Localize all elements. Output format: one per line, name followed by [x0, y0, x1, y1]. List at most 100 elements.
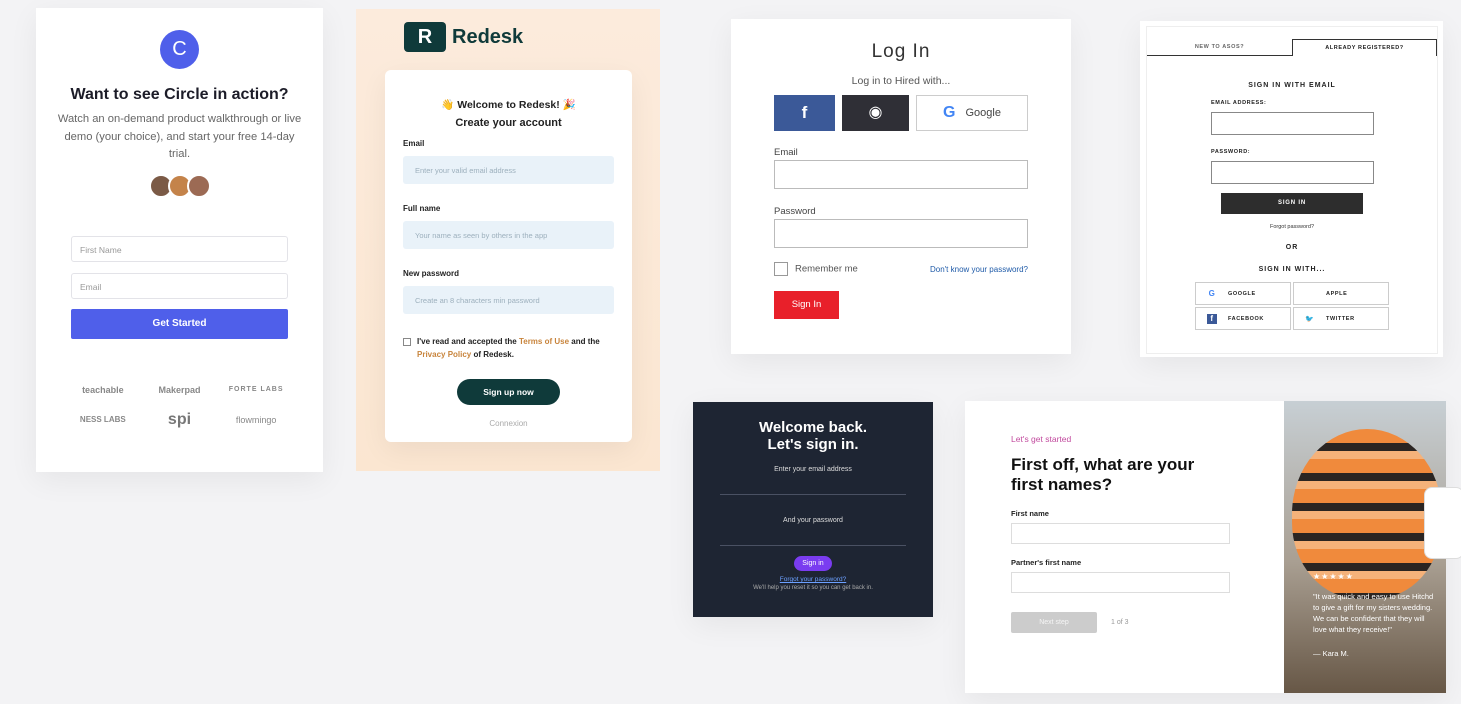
terms-text: I've read and accepted the Terms of Use … — [417, 337, 600, 359]
terms-link[interactable]: Terms of Use — [519, 337, 569, 346]
email-label: Enter your email address — [774, 466, 852, 473]
facebook-login-button[interactable]: f — [774, 95, 835, 131]
dark-title: Welcome back. Let's sign in. — [758, 419, 868, 453]
email-input[interactable] — [774, 160, 1028, 189]
balloon-photo: ★★★★★ "It was quick and easy to use Hitc… — [1284, 401, 1446, 693]
sign-in-with-heading: SIGN IN WITH... — [1258, 266, 1326, 273]
hired-login-card: Log In Log in to Hired with... f ◉ G Goog… — [731, 19, 1071, 354]
circle-signup-card: C Want to see Circle in action? Watch an… — [36, 8, 323, 472]
terms-checkbox[interactable] — [403, 338, 411, 346]
edge-panel — [1424, 487, 1461, 559]
connexion-link[interactable]: Connexion — [385, 419, 632, 428]
circle-description: Watch an on-demand product walkthrough o… — [57, 113, 302, 160]
step-indicator: 1 of 3 — [1111, 619, 1129, 626]
google-login-button[interactable]: G Google — [916, 95, 1028, 131]
fullname-label: Full name — [403, 204, 441, 213]
github-icon: ◉ — [868, 104, 883, 121]
asos-login-card: NEW TO ASOS? ALREADY REGISTERED? SIGN IN… — [1140, 21, 1443, 357]
password-input[interactable] — [774, 219, 1028, 248]
partner-logo: Makerpad — [158, 384, 201, 395]
first-name-label: First name — [1011, 509, 1049, 518]
hired-title: Log In — [871, 41, 931, 62]
sign-in-button[interactable]: SIGN IN — [1221, 193, 1363, 214]
partner-logo: FORTE LABS — [228, 386, 284, 393]
tab-already-registered[interactable]: ALREADY REGISTERED? — [1292, 39, 1437, 56]
github-login-button[interactable]: ◉ — [842, 95, 909, 131]
redesk-signup-card: 👋 Welcome to Redesk! 🎉 Create your accou… — [385, 70, 632, 442]
email-label: Email — [774, 147, 798, 158]
terms-checkbox-row[interactable]: I've read and accepted the Terms of Use … — [403, 335, 614, 361]
twitter-sign-in-button[interactable]: 🐦 TWITTER — [1293, 307, 1389, 330]
help-text: We'll help you reset it so you can get b… — [753, 585, 873, 591]
email-input[interactable] — [720, 494, 906, 495]
facebook-sign-in-button[interactable]: f FACEBOOK — [1195, 307, 1291, 330]
email-input[interactable] — [1211, 112, 1374, 135]
first-name-input[interactable] — [1011, 523, 1230, 544]
partner-logo: NESS LABS — [79, 415, 126, 424]
remember-label: Remember me — [795, 263, 858, 275]
email-input[interactable]: Enter your valid email address — [403, 156, 614, 184]
password-input[interactable] — [720, 545, 906, 546]
password-input[interactable]: Create an 8 characters min password — [403, 286, 614, 314]
partner-logos: teachable Makerpad FORTE LABS NESS LABS … — [65, 385, 295, 429]
facebook-icon: f — [801, 103, 808, 122]
privacy-link[interactable]: Privacy Policy — [417, 350, 471, 359]
asos-login-panel: NEW TO ASOS? ALREADY REGISTERED? SIGN IN… — [1146, 26, 1438, 354]
partner-logo: teachable — [82, 384, 124, 395]
avatar — [186, 173, 211, 198]
google-icon: G — [943, 104, 956, 121]
dark-login-card: Welcome back. Let's sign in. Enter your e… — [693, 402, 933, 617]
next-step-button[interactable]: Next step — [1011, 612, 1097, 633]
sign-up-button[interactable]: Sign up now — [457, 379, 560, 405]
google-label: Google — [965, 107, 1001, 119]
testimonial: ★★★★★ "It was quick and easy to use Hitc… — [1313, 571, 1438, 659]
redesk-welcome: 👋 Welcome to Redesk! 🎉 — [441, 99, 576, 111]
step-row: Next step 1 of 3 — [1011, 612, 1284, 633]
redesk-logo-icon: R — [404, 22, 446, 52]
social-buttons: G GOOGLE APPLE f FACEBOOK 🐦 TWITTER — [1195, 282, 1437, 330]
circle-logo: C — [160, 30, 199, 69]
redesk-brand: Redesk — [452, 25, 524, 48]
apple-label: APPLE — [1326, 290, 1348, 297]
first-name-input[interactable]: First Name — [71, 235, 288, 262]
tab-new-to-asos[interactable]: NEW TO ASOS? — [1147, 39, 1292, 56]
remember-checkbox[interactable] — [774, 262, 788, 276]
password-label: PASSWORD: — [1211, 149, 1251, 155]
forgot-password-link[interactable]: Don't know your password? — [930, 265, 1028, 274]
password-label: And your password — [783, 517, 843, 524]
fullname-input[interactable]: Your name as seen by others in the app — [403, 221, 614, 249]
google-sign-in-button[interactable]: G GOOGLE — [1195, 282, 1291, 305]
password-input[interactable] — [1211, 161, 1374, 184]
forgot-password-link[interactable]: Forgot your password? — [693, 576, 933, 583]
forgot-password-link[interactable]: Forgot password? — [1147, 224, 1437, 230]
partner-logo: flowmingo — [235, 414, 277, 425]
step-tag: Let's get started — [1011, 434, 1072, 444]
sign-in-email-heading: SIGN IN WITH EMAIL — [1248, 82, 1336, 89]
remember-me[interactable]: Remember me — [774, 262, 858, 276]
facebook-icon: f — [1207, 313, 1217, 324]
facebook-label: FACEBOOK — [1228, 315, 1264, 322]
hitchd-title: First off, what are your first names? — [1011, 455, 1195, 494]
get-started-button[interactable]: Get Started — [71, 308, 288, 339]
password-label: Password — [774, 206, 816, 217]
google-icon: G — [1208, 289, 1216, 298]
partner-logo: spi — [167, 410, 192, 428]
email-label: EMAIL ADDRESS: — [1211, 100, 1267, 106]
testimonial-author: — Kara M. — [1313, 649, 1349, 658]
hitchd-form: Let's get started First off, what are yo… — [965, 401, 1284, 693]
sign-in-button[interactable]: Sign In — [774, 291, 839, 319]
partner-name-input[interactable] — [1011, 572, 1230, 593]
email-label: Email — [403, 139, 425, 148]
remember-row: Remember me Don't know your password? — [774, 262, 1028, 276]
testimonial-quote: "It was quick and easy to use Hitchd to … — [1313, 592, 1434, 634]
redesk-logo: R Redesk — [404, 22, 523, 52]
sign-in-button[interactable]: Sign in — [794, 556, 832, 571]
apple-sign-in-button[interactable]: APPLE — [1293, 282, 1389, 305]
social-login-row: f ◉ G Google — [774, 95, 1071, 131]
twitter-icon: 🐦 — [1305, 315, 1315, 323]
email-input[interactable]: Email — [71, 272, 288, 299]
circle-title: Want to see Circle in action? — [70, 86, 289, 103]
redesk-heading: Create your account — [455, 117, 562, 129]
partner-name-label: Partner's first name — [1011, 558, 1082, 567]
asos-tabs: NEW TO ASOS? ALREADY REGISTERED? — [1147, 27, 1437, 56]
